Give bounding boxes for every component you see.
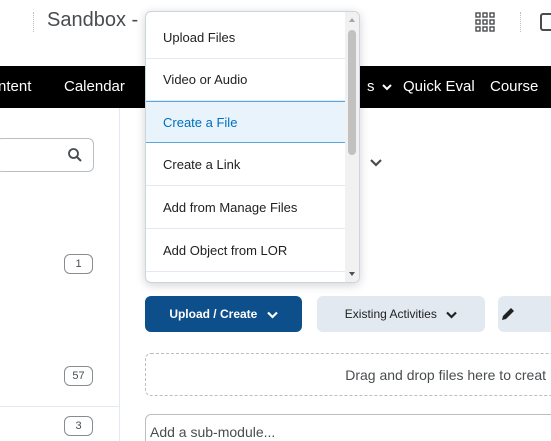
- submodule-input[interactable]: Add a sub-module...: [145, 414, 551, 441]
- grid-icon[interactable]: [475, 12, 495, 32]
- chevron-down-icon: [266, 311, 278, 319]
- scroll-down-arrow-icon[interactable]: [349, 272, 355, 276]
- nav-item-partial[interactable]: s: [367, 78, 392, 95]
- chevron-down-icon: [446, 311, 457, 319]
- menu-item-video-audio[interactable]: Video or Audio: [146, 59, 346, 101]
- nav-item-calendar[interactable]: Calendar: [64, 78, 125, 95]
- upload-create-button[interactable]: Upload / Create: [145, 296, 302, 332]
- search-icon[interactable]: [67, 147, 83, 163]
- bulk-edit-button[interactable]: [498, 296, 551, 332]
- chevron-down-icon[interactable]: [369, 158, 383, 168]
- course-title[interactable]: Sandbox -: [47, 9, 138, 32]
- header-separator: [33, 12, 34, 32]
- message-icon[interactable]: [540, 13, 551, 31]
- menu-item-create-link[interactable]: Create a Link: [146, 144, 346, 186]
- existing-activities-label: Existing Activities: [344, 307, 437, 321]
- divider: [0, 406, 120, 407]
- file-dropzone[interactable]: Drag and drop files here to creat: [145, 353, 551, 396]
- menu-item-manage-files[interactable]: Add from Manage Files: [146, 187, 346, 229]
- nav-item-partial-label: s: [367, 78, 375, 95]
- menu-item-lor-object[interactable]: Add Object from LOR: [146, 230, 346, 272]
- upload-create-menu: Upload Files Video or Audio Create a Fil…: [145, 11, 360, 283]
- menu-item-create-file[interactable]: Create a File: [146, 101, 346, 143]
- submodule-placeholder: Add a sub-module...: [150, 424, 276, 440]
- count-badge: 1: [64, 254, 93, 274]
- dropzone-text: Drag and drop files here to creat: [345, 367, 546, 383]
- search-input[interactable]: [0, 138, 94, 172]
- menu-scrollbar[interactable]: [345, 12, 359, 282]
- left-panel: 1 57 3: [0, 108, 120, 441]
- count-badge: 3: [64, 416, 93, 436]
- scrollbar-thumb[interactable]: [348, 30, 356, 155]
- count-badge: 57: [64, 366, 93, 386]
- nav-item-course[interactable]: Course: [490, 78, 538, 95]
- menu-item-upload-files[interactable]: Upload Files: [146, 17, 346, 59]
- upload-create-label: Upload / Create: [169, 307, 258, 321]
- chevron-down-icon: [381, 84, 392, 91]
- nav-item-content[interactable]: ntent: [0, 78, 31, 95]
- pencil-icon: [502, 308, 514, 320]
- nav-item-quick-eval[interactable]: Quick Eval: [403, 78, 475, 95]
- header-separator: [520, 12, 521, 32]
- scroll-up-arrow-icon[interactable]: [349, 18, 355, 22]
- existing-activities-button[interactable]: Existing Activities: [317, 296, 485, 332]
